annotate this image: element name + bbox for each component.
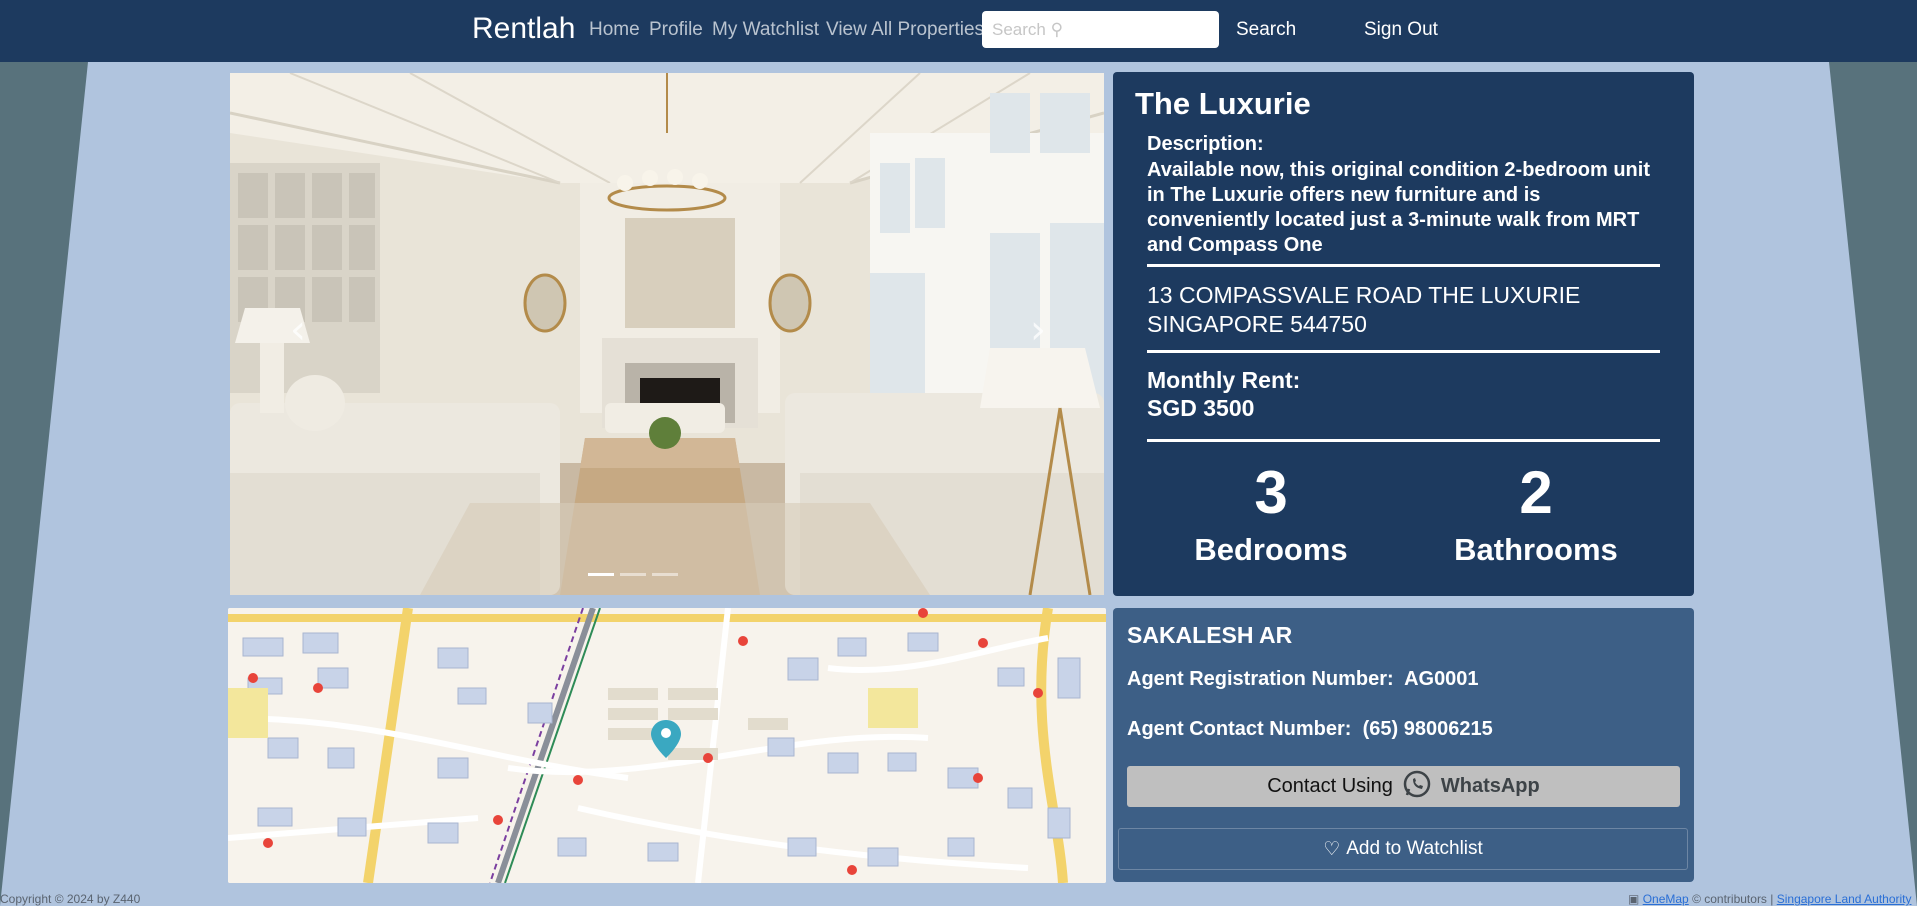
heart-icon: ♡ bbox=[1323, 838, 1341, 860]
whatsapp-word: WhatsApp bbox=[1440, 775, 1540, 797]
map-attribution: ▣ OneMap © contributors | Singapore Land… bbox=[1628, 892, 1912, 906]
contact-whatsapp-button[interactable]: Contact Using WhatsApp bbox=[1127, 766, 1680, 807]
map-tiles bbox=[228, 608, 1106, 883]
agent-registration-label: Agent Registration Number: bbox=[1127, 668, 1394, 690]
carousel-indicator[interactable] bbox=[620, 573, 646, 576]
property-title: The Luxurie bbox=[1135, 86, 1311, 121]
add-to-watchlist-button[interactable]: ♡ Add to Watchlist bbox=[1118, 828, 1688, 870]
divider bbox=[1147, 350, 1660, 353]
agent-contact: Agent Contact Number: (65) 98006215 bbox=[1127, 718, 1493, 741]
onemap-link[interactable]: OneMap bbox=[1643, 892, 1689, 906]
agent-contact-value: (65) 98006215 bbox=[1362, 718, 1493, 740]
search-input[interactable] bbox=[982, 11, 1219, 48]
description-text: Available now, this original condition 2… bbox=[1147, 159, 1650, 256]
agent-registration-value: AG0001 bbox=[1404, 668, 1479, 690]
agent-contact-label: Agent Contact Number: bbox=[1127, 718, 1352, 740]
agent-registration: Agent Registration Number: AG0001 bbox=[1127, 668, 1479, 691]
agent-name: SAKALESH AR bbox=[1127, 622, 1293, 648]
brand-logo[interactable]: Rentlah bbox=[472, 12, 575, 46]
rent-value: SGD 3500 bbox=[1147, 395, 1255, 421]
rent-label: Monthly Rent: bbox=[1147, 367, 1301, 393]
property-details-panel: The Luxurie Description: Available now, … bbox=[1113, 72, 1694, 596]
carousel-indicator[interactable] bbox=[588, 573, 614, 576]
bedrooms-count: 3 bbox=[1254, 459, 1288, 526]
carousel-indicators bbox=[588, 573, 678, 576]
divider bbox=[1147, 439, 1660, 442]
carousel-next-button[interactable]: › bbox=[1030, 310, 1046, 350]
bathrooms-label: Bathrooms bbox=[1454, 532, 1618, 567]
search-button[interactable]: Search bbox=[1236, 19, 1296, 41]
bathrooms-count: 2 bbox=[1519, 459, 1553, 526]
bedrooms-label: Bedrooms bbox=[1194, 532, 1348, 567]
carousel-indicator[interactable] bbox=[652, 573, 678, 576]
nav-my-watchlist[interactable]: My Watchlist bbox=[712, 19, 819, 41]
whatsapp-prefix: Contact Using bbox=[1267, 775, 1393, 797]
property-address: 13 COMPASSVALE ROAD THE LUXURIE SINGAPOR… bbox=[1147, 282, 1581, 337]
navbar: Rentlah Home Profile My Watchlist View A… bbox=[0, 0, 1917, 62]
nav-home[interactable]: Home bbox=[589, 19, 640, 41]
property-photo-carousel bbox=[230, 73, 1104, 595]
nav-profile[interactable]: Profile bbox=[649, 19, 703, 41]
whatsapp-icon bbox=[1403, 770, 1431, 804]
watchlist-label: Add to Watchlist bbox=[1346, 838, 1483, 859]
attribution-contributors: © contributors | bbox=[1692, 892, 1774, 906]
copyright: Copyright © 2024 by Z440 bbox=[0, 892, 141, 906]
location-map[interactable] bbox=[228, 608, 1106, 883]
nav-view-all-properties[interactable]: View All Properties bbox=[826, 19, 984, 41]
divider bbox=[1147, 264, 1660, 267]
description-label: Description: bbox=[1147, 133, 1264, 155]
onemap-logo-icon: ▣ bbox=[1628, 892, 1640, 906]
carousel-prev-button[interactable]: ‹ bbox=[290, 310, 306, 350]
sign-out-button[interactable]: Sign Out bbox=[1364, 19, 1438, 41]
agent-panel: SAKALESH AR Agent Registration Number: A… bbox=[1113, 608, 1694, 882]
sla-link[interactable]: Singapore Land Authority bbox=[1777, 892, 1912, 906]
living-room-photo bbox=[230, 73, 1104, 595]
